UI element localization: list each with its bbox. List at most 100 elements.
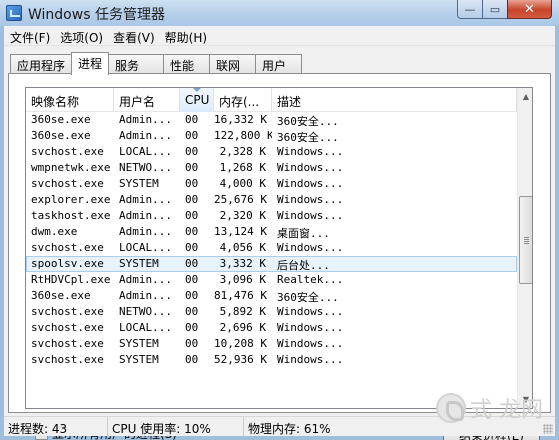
process-mem-cell: 4,056 K: [219, 241, 266, 254]
process-row[interactable]: RtHDVCpl.exe Admin... 00 3,096 K Realtek...: [26, 272, 517, 288]
process-row[interactable]: svchost.exe SYSTEM 00 4,000 K Windows...: [26, 176, 517, 192]
process-desc-cell: Windows...: [277, 321, 344, 334]
client-area: 文件(F) 选项(O) 查看(V) 帮助(H) 应用程序 进程 服务 性能 联网…: [4, 26, 555, 440]
process-desc-cell: Realtek...: [277, 273, 344, 286]
process-name-cell: spoolsv.exe: [31, 257, 104, 270]
process-row[interactable]: taskhost.exe Admin... 00 2,320 K Windows...: [26, 208, 517, 224]
process-row[interactable]: 360se.exe Admin... 00 81,476 K 360安全...: [26, 288, 517, 304]
sort-descending-icon: [193, 88, 201, 92]
menu-options[interactable]: 选项(O): [54, 26, 107, 46]
menu-help[interactable]: 帮助(H): [159, 26, 211, 46]
process-cpu-cell: 00: [185, 321, 199, 334]
process-desc-cell: Windows...: [277, 337, 344, 350]
process-cpu-cell: 00: [185, 289, 199, 302]
tab-performance[interactable]: 性能: [163, 54, 211, 74]
process-name-cell: svchost.exe: [31, 241, 104, 254]
process-row[interactable]: wmpnetwk.exe NETWO... 00 1,268 K Windows...: [26, 160, 517, 176]
process-mem-cell: 2,328 K: [219, 145, 266, 158]
process-row[interactable]: 360se.exe Admin... 00 16,332 K 360安全...: [26, 112, 517, 128]
process-desc-cell: 桌面窗...: [277, 227, 330, 240]
process-user-cell: Admin...: [119, 273, 172, 286]
process-list[interactable]: 映像名称 用户名 CPU 内存(... 描述 360se.exe Admin...…: [25, 87, 533, 409]
menu-file[interactable]: 文件(F): [4, 26, 54, 46]
process-mem-cell: 2,320 K: [219, 209, 266, 222]
process-row[interactable]: spoolsv.exe SYSTEM 00 3,332 K 后台处...: [26, 256, 517, 272]
process-row[interactable]: explorer.exe Admin... 00 25,676 K Windows...: [26, 192, 517, 208]
process-mem-cell: 3,332 K: [219, 257, 266, 270]
process-desc-cell: Windows...: [277, 209, 344, 222]
tab-networking[interactable]: 联网: [209, 54, 257, 74]
process-name-cell: svchost.exe: [31, 305, 104, 318]
process-mem-cell: 10,208 K: [214, 337, 267, 350]
status-cpu-usage: CPU 使用率: 10%: [108, 417, 244, 437]
process-mem-cell: 25,676 K: [214, 193, 267, 206]
process-mem-cell: 3,096 K: [219, 273, 266, 286]
process-cpu-cell: 00: [185, 113, 199, 126]
grip-icon: [524, 237, 529, 244]
process-desc-cell: 360安全...: [277, 131, 339, 144]
scroll-thumb[interactable]: [519, 196, 532, 284]
status-memory: 物理内存: 61%: [248, 422, 331, 436]
process-desc-cell: 360安全...: [277, 291, 339, 304]
process-user-cell: NETWO...: [119, 161, 172, 174]
process-cpu-cell: 00: [185, 241, 199, 254]
process-user-cell: SYSTEM: [119, 257, 159, 270]
process-name-cell: svchost.exe: [31, 337, 104, 350]
scroll-up-icon[interactable]: ▲: [518, 88, 532, 105]
menu-view[interactable]: 查看(V): [107, 26, 159, 46]
process-desc-cell: Windows...: [277, 145, 344, 158]
process-mem-cell: 4,000 K: [219, 177, 266, 190]
process-row[interactable]: svchost.exe LOCAL... 00 2,696 K Windows...: [26, 320, 517, 336]
process-user-cell: Admin...: [119, 193, 172, 206]
process-cpu-cell: 00: [185, 273, 199, 286]
maximize-button[interactable]: ▭: [482, 0, 508, 19]
process-desc-cell: Windows...: [277, 353, 344, 366]
process-user-cell: LOCAL...: [119, 321, 172, 334]
process-mem-cell: 13,124 K: [214, 225, 267, 238]
process-user-cell: Admin...: [119, 209, 172, 222]
column-image-name[interactable]: 映像名称: [26, 88, 114, 112]
process-user-cell: Admin...: [119, 289, 172, 302]
process-user-cell: Admin...: [119, 129, 172, 142]
process-row[interactable]: svchost.exe LOCAL... 00 2,328 K Windows...: [26, 144, 517, 160]
menu-bar: 文件(F) 选项(O) 查看(V) 帮助(H): [4, 26, 555, 46]
process-user-cell: Admin...: [119, 225, 172, 238]
process-mem-cell: 52,936 K: [214, 353, 267, 366]
task-manager-window: Windows 任务管理器 — ▭ ✕ 文件(F) 选项(O) 查看(V) 帮助…: [0, 0, 559, 440]
process-row[interactable]: svchost.exe SYSTEM 00 10,208 K Windows...: [26, 336, 517, 352]
process-name-cell: wmpnetwk.exe: [31, 161, 111, 174]
process-name-cell: explorer.exe: [31, 193, 111, 206]
tab-applications[interactable]: 应用程序: [10, 54, 73, 74]
process-row[interactable]: 360se.exe Admin... 00 122,800 K 360安全...: [26, 128, 517, 144]
process-user-cell: LOCAL...: [119, 145, 172, 158]
process-name-cell: 360se.exe: [31, 129, 91, 142]
vertical-scrollbar[interactable]: ▲ ▼: [517, 88, 532, 408]
column-user-name[interactable]: 用户名: [114, 88, 180, 112]
process-cpu-cell: 00: [185, 193, 199, 206]
process-desc-cell: Windows...: [277, 305, 344, 318]
process-row[interactable]: svchost.exe LOCAL... 00 4,056 K Windows...: [26, 240, 517, 256]
column-memory[interactable]: 内存(...: [214, 88, 272, 112]
process-name-cell: RtHDVCpl.exe: [31, 273, 111, 286]
minimize-button[interactable]: —: [457, 0, 483, 19]
process-cpu-cell: 00: [185, 353, 199, 366]
column-cpu[interactable]: CPU: [180, 88, 214, 112]
process-cpu-cell: 00: [185, 225, 199, 238]
column-description[interactable]: 描述: [272, 88, 517, 112]
process-cpu-cell: 00: [185, 177, 199, 190]
process-name-cell: svchost.exe: [31, 177, 104, 190]
process-cpu-cell: 00: [185, 337, 199, 350]
close-button[interactable]: ✕: [507, 0, 552, 19]
process-row[interactable]: svchost.exe SYSTEM 00 52,936 K Windows...: [26, 352, 517, 368]
process-name-cell: dwm.exe: [31, 225, 78, 238]
tab-strip: 应用程序 进程 服务 性能 联网 用户: [10, 52, 303, 75]
process-user-cell: SYSTEM: [119, 177, 159, 190]
process-row[interactable]: dwm.exe Admin... 00 13,124 K 桌面窗...: [26, 224, 517, 240]
process-mem-cell: 16,332 K: [214, 113, 267, 126]
process-desc-cell: 360安全...: [277, 115, 339, 128]
process-user-cell: LOCAL...: [119, 241, 172, 254]
tab-services[interactable]: 服务: [108, 54, 165, 74]
tab-users[interactable]: 用户: [255, 54, 303, 74]
tab-processes[interactable]: 进程: [71, 52, 110, 75]
process-row[interactable]: svchost.exe NETWO... 00 5,892 K Windows...: [26, 304, 517, 320]
